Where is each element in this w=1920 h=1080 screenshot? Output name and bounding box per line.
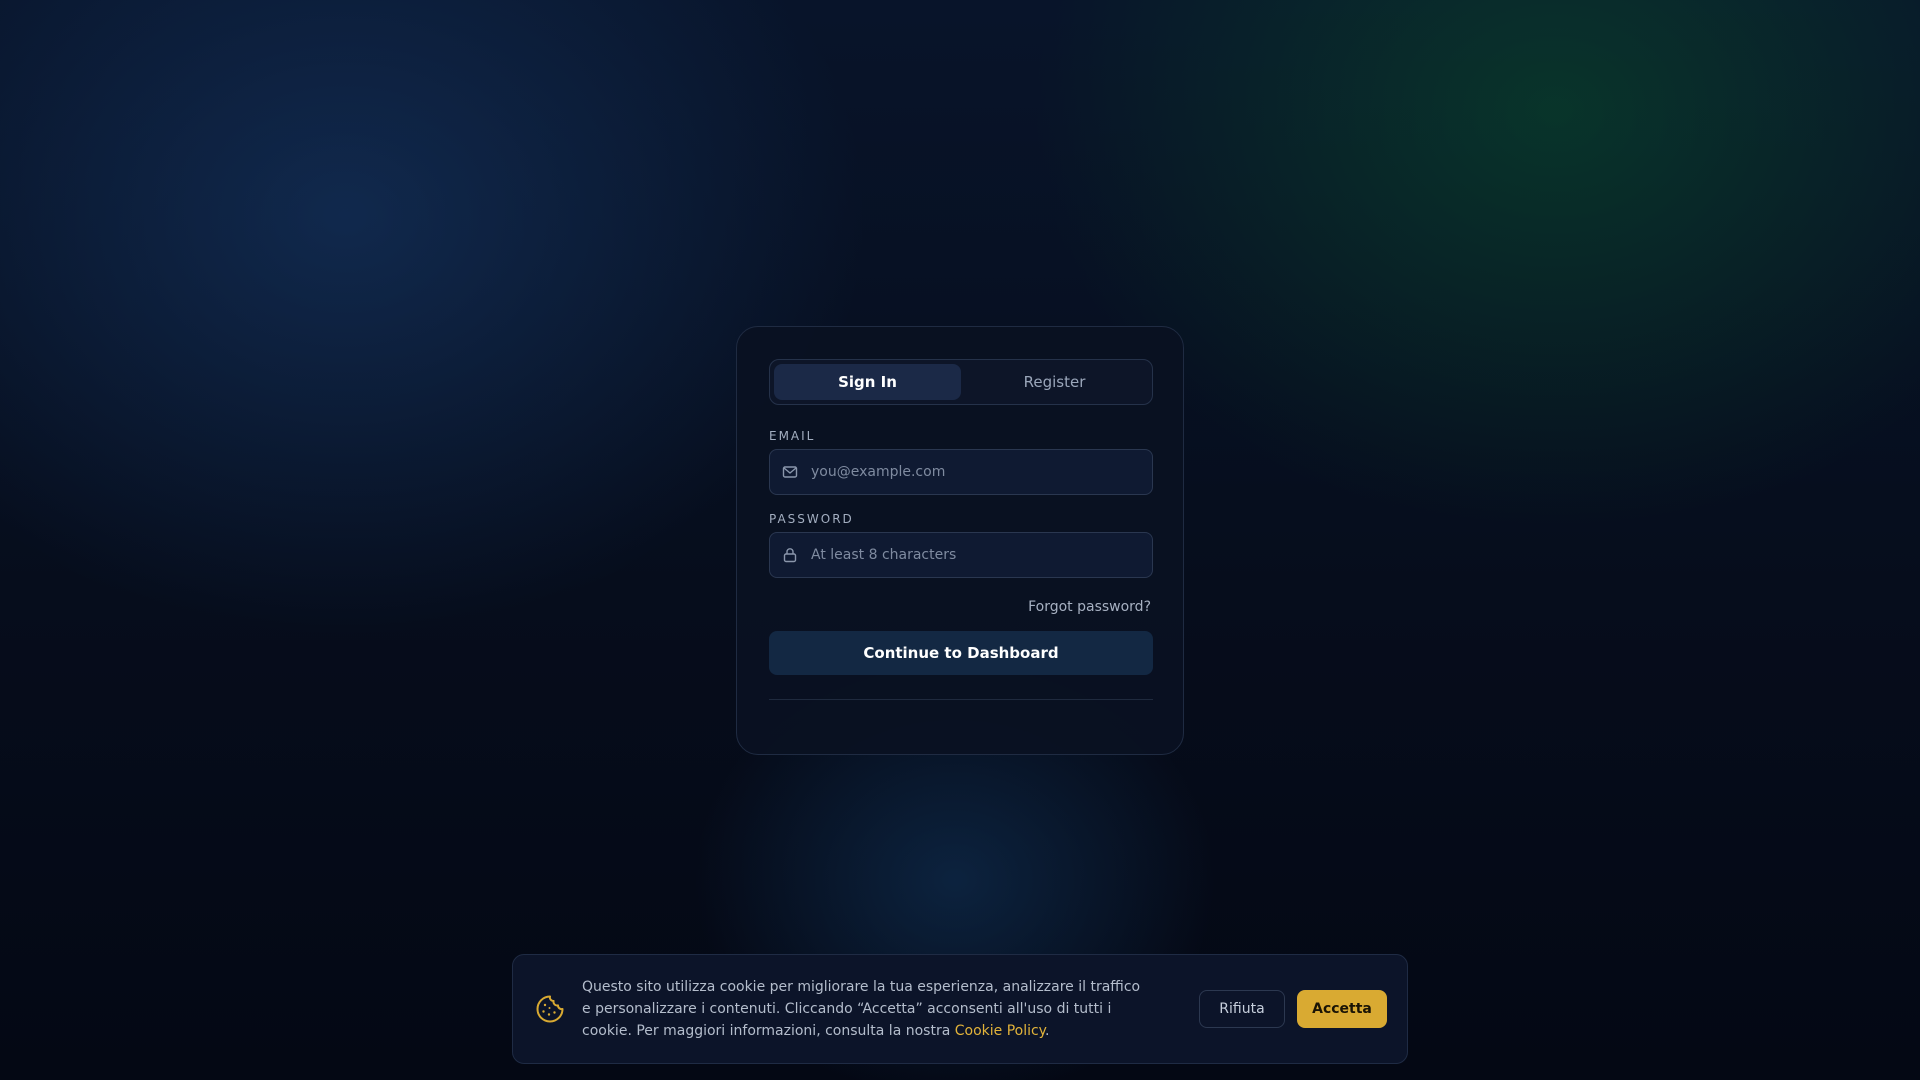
cookie-message-text: Questo sito utilizza cookie per migliora… <box>582 979 1141 1039</box>
reject-cookies-button[interactable]: Rifiuta <box>1199 990 1285 1028</box>
auth-tabs: Sign In Register <box>769 359 1153 405</box>
mail-icon <box>782 464 798 480</box>
cookie-banner: Questo sito utilizza cookie per migliora… <box>512 954 1408 1064</box>
forgot-password-link[interactable]: Forgot password? <box>1028 599 1151 615</box>
lock-icon <box>782 547 798 563</box>
cookie-message-end: . <box>1044 1023 1050 1039</box>
email-input-wrapper[interactable] <box>769 449 1153 495</box>
continue-button[interactable]: Continue to Dashboard <box>769 631 1153 675</box>
cookie-message: Questo sito utilizza cookie per migliora… <box>582 976 1152 1042</box>
tab-sign-in[interactable]: Sign In <box>774 364 961 400</box>
cookie-actions: Rifiuta Accetta <box>1199 990 1387 1028</box>
email-field[interactable] <box>811 450 1152 494</box>
password-input-wrapper[interactable] <box>769 532 1153 578</box>
forgot-row: Forgot password? <box>769 596 1151 615</box>
tab-register[interactable]: Register <box>961 364 1148 400</box>
cookie-policy-link[interactable]: Cookie Policy <box>955 1023 1045 1039</box>
accept-cookies-button[interactable]: Accetta <box>1297 990 1387 1028</box>
email-label: EMAIL <box>769 429 816 443</box>
password-label: PASSWORD <box>769 512 854 526</box>
divider <box>769 699 1153 700</box>
auth-card: Sign In Register EMAIL PASSWORD Forgot p… <box>736 326 1184 755</box>
password-field[interactable] <box>811 533 1152 577</box>
cookie-icon <box>534 993 566 1025</box>
